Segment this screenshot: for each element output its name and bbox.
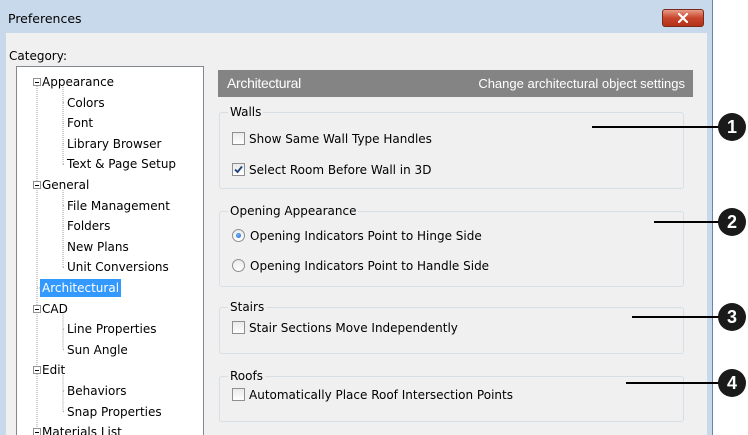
- checkmark-icon: [234, 165, 243, 174]
- preferences-dialog: Preferences Category: Appearance Colors Fo…: [0, 0, 713, 435]
- radio-button[interactable]: [232, 259, 245, 272]
- callout-2-leader: [654, 221, 720, 223]
- opening-handle-side-radio[interactable]: Opening Indicators Point to Handle Side: [232, 259, 489, 274]
- tree-item-materials-list[interactable]: Materials List: [42, 423, 122, 435]
- callout-4-leader: [626, 382, 720, 384]
- close-x-icon: [678, 13, 688, 23]
- tree-collapse-icon[interactable]: [33, 181, 41, 189]
- tree-item-sun-angle[interactable]: Sun Angle: [67, 341, 128, 359]
- category-tree[interactable]: Appearance Colors Font Library Browser Text …: [16, 66, 204, 435]
- callout-1: 1: [718, 113, 746, 141]
- show-same-wall-type-handles-checkbox[interactable]: Show Same Wall Type Handles: [232, 132, 432, 147]
- title-bar[interactable]: Preferences: [0, 0, 712, 36]
- stairs-group-label: Stairs: [228, 300, 267, 314]
- callout-3-leader: [632, 316, 720, 318]
- tree-collapse-icon[interactable]: [33, 366, 41, 375]
- tree-item-architectural[interactable]: Architectural: [40, 279, 122, 297]
- checkbox-label: Automatically Place Roof Intersection Po…: [249, 388, 513, 402]
- tree-item-line-properties[interactable]: Line Properties: [67, 320, 156, 338]
- panel-header: Architectural Change architectural objec…: [218, 70, 693, 97]
- tree-collapse-icon[interactable]: [33, 78, 41, 86]
- tree-item-text-page-setup[interactable]: Text & Page Setup: [67, 155, 176, 173]
- checkbox-label: Stair Sections Move Independently: [249, 321, 458, 335]
- tree-item-new-plans[interactable]: New Plans: [67, 238, 129, 256]
- tree-item-library-browser[interactable]: Library Browser: [67, 135, 161, 153]
- opening-appearance-group-label: Opening Appearance: [228, 204, 359, 218]
- checkbox-box[interactable]: [232, 321, 245, 334]
- stair-sections-move-independently-checkbox[interactable]: Stair Sections Move Independently: [232, 321, 458, 336]
- panel-description: Change architectural object settings: [478, 76, 685, 91]
- checkbox-box[interactable]: [232, 163, 245, 176]
- checkbox-box[interactable]: [232, 132, 245, 145]
- checkbox-box[interactable]: [232, 388, 245, 401]
- tree-collapse-icon[interactable]: [33, 428, 41, 435]
- tree-item-unit-conversions[interactable]: Unit Conversions: [67, 258, 169, 276]
- opening-appearance-group: [219, 211, 684, 287]
- walls-group-label: Walls: [228, 105, 264, 119]
- select-room-before-wall-checkbox[interactable]: Select Room Before Wall in 3D: [232, 163, 431, 178]
- tree-item-colors[interactable]: Colors: [67, 94, 105, 112]
- window-title: Preferences: [8, 11, 82, 26]
- tree-item-snap-properties[interactable]: Snap Properties: [67, 403, 162, 421]
- callout-2: 2: [718, 208, 746, 236]
- tree-item-file-management[interactable]: File Management: [67, 197, 170, 215]
- checkbox-label: Select Room Before Wall in 3D: [249, 163, 432, 177]
- radio-label: Opening Indicators Point to Handle Side: [250, 259, 490, 273]
- callout-3: 3: [718, 303, 746, 331]
- opening-hinge-side-radio[interactable]: Opening Indicators Point to Hinge Side: [232, 229, 482, 244]
- tree-item-appearance[interactable]: Appearance: [42, 73, 114, 91]
- auto-place-roof-intersection-checkbox[interactable]: Automatically Place Roof Intersection Po…: [232, 388, 513, 403]
- close-button[interactable]: [662, 9, 704, 27]
- panel-title: Architectural: [227, 75, 301, 91]
- tree-item-general[interactable]: General: [42, 176, 89, 194]
- checkbox-label: Show Same Wall Type Handles: [249, 132, 432, 146]
- tree-item-cad[interactable]: CAD: [42, 300, 68, 318]
- tree-item-folders[interactable]: Folders: [67, 217, 110, 235]
- roofs-group-label: Roofs: [228, 369, 265, 383]
- tree-item-edit[interactable]: Edit: [42, 361, 65, 379]
- tree-item-behaviors[interactable]: Behaviors: [67, 382, 127, 400]
- radio-button[interactable]: [232, 229, 245, 242]
- tree-collapse-icon[interactable]: [33, 304, 41, 313]
- radio-label: Opening Indicators Point to Hinge Side: [250, 229, 482, 243]
- tree-item-font[interactable]: Font: [67, 114, 93, 132]
- category-label: Category:: [9, 49, 67, 63]
- callout-1-leader: [592, 126, 720, 128]
- callout-4: 4: [718, 369, 746, 397]
